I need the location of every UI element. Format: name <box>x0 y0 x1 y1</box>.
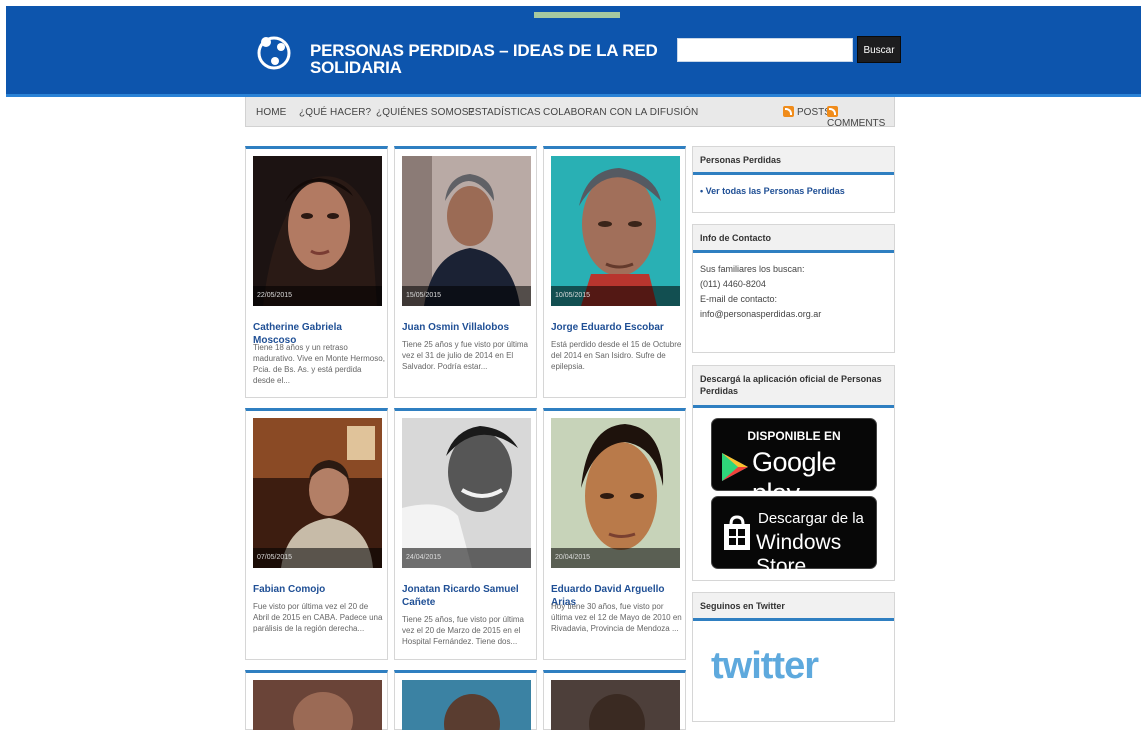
rss-icon <box>827 106 838 117</box>
person-photo[interactable]: 07/05/2015 <box>253 418 382 568</box>
person-photo[interactable]: 10/05/2015 <box>551 156 680 306</box>
photo-date: 10/05/2015 <box>551 286 680 306</box>
site-title[interactable]: PERSONAS PERDIDAS – IDEAS DE LA RED SOLI… <box>310 42 670 76</box>
photo-date: 24/04/2015 <box>402 548 531 568</box>
contact-email-label: E-mail de contacto: <box>700 294 778 304</box>
person-card[interactable] <box>543 670 686 730</box>
widget-title: Descargá la aplicación oficial de Person… <box>693 366 894 408</box>
person-card[interactable]: 15/05/2015 Juan Osmin Villalobos Tiene 2… <box>394 146 537 398</box>
windows-store-icon <box>724 515 750 550</box>
person-photo[interactable]: 24/04/2015 <box>402 418 531 568</box>
person-photo[interactable]: 22/05/2015 <box>253 156 382 306</box>
play-store-icon <box>722 453 748 481</box>
nav-item-que-hacer[interactable]: ¿QUÉ HACER? <box>299 107 371 118</box>
photo-date: 22/05/2015 <box>253 286 382 306</box>
photo-date: 20/04/2015 <box>551 548 680 568</box>
lost-people-widget: Personas Perdidas • Ver todas las Person… <box>692 146 895 213</box>
person-name-link[interactable]: Jorge Eduardo Escobar <box>551 321 683 334</box>
logo-icon[interactable] <box>257 33 291 71</box>
widget-title: Seguinos en Twitter <box>693 593 894 621</box>
person-summary: Fue visto por última vez el 20 de Abril … <box>253 602 383 633</box>
person-card[interactable] <box>394 670 537 730</box>
contact-email[interactable]: info@personasperdidas.org.ar <box>700 307 887 322</box>
twitter-logo[interactable]: twitter <box>711 645 819 688</box>
windows-store-top-text: Descargar de la <box>758 510 864 527</box>
nav-item-home[interactable]: HOME <box>256 107 286 118</box>
windows-store-bottom-text: Windows Store <box>756 531 842 578</box>
photo-date: 07/05/2015 <box>253 548 382 568</box>
search-input[interactable] <box>677 38 853 62</box>
header-tab-indicator <box>534 12 620 18</box>
person-card[interactable]: 24/04/2015 Jonatan Ricardo Samuel Cañete… <box>394 408 537 660</box>
rss-icon <box>783 106 794 117</box>
site-header: PERSONAS PERDIDAS – IDEAS DE LA RED SOLI… <box>6 6 1141 97</box>
see-all-link[interactable]: Ver todas las Personas Perdidas <box>706 186 845 196</box>
widget-title: Info de Contacto <box>693 225 894 253</box>
person-card[interactable]: 22/05/2015 Catherine Gabriela Moscoso Ti… <box>245 146 388 398</box>
posts-feed-link[interactable]: POSTS <box>783 106 831 118</box>
google-play-badge[interactable]: DISPONIBLE EN Google play <box>711 418 877 508</box>
person-summary: Está perdido desde el 15 de Octubre del … <box>551 340 682 371</box>
app-download-widget: Descargá la aplicación oficial de Person… <box>692 365 895 581</box>
nav-item-colaboran[interactable]: COLABORAN CON LA DIFUSIÓN <box>543 107 698 118</box>
comments-feed-link[interactable]: COMMENTS <box>827 106 894 129</box>
person-card[interactable]: 10/05/2015 Jorge Eduardo Escobar Está pe… <box>543 146 686 398</box>
nav-item-estadisticas[interactable]: ESTADÍSTICAS <box>468 107 541 118</box>
person-summary: Tiene 25 años y fue visto por última vez… <box>402 340 528 371</box>
person-name-link[interactable]: Jonatan Ricardo Samuel Cañete <box>402 583 534 609</box>
person-card[interactable]: 07/05/2015 Fabian Comojo Fue visto por ú… <box>245 408 388 660</box>
person-card[interactable] <box>245 670 388 730</box>
contact-widget: Info de Contacto Sus familiares los busc… <box>692 224 895 353</box>
main-nav: HOME ¿QUÉ HACER? ¿QUIÉNES SOMOS? ESTADÍS… <box>245 97 895 129</box>
nav-item-quienes-somos[interactable]: ¿QUIÉNES SOMOS? <box>376 107 474 118</box>
person-name-link[interactable]: Fabian Comojo <box>253 583 385 596</box>
person-photo[interactable] <box>551 680 680 730</box>
person-summary: Tiene 18 años y un retraso madurativo. V… <box>253 343 385 385</box>
person-photo[interactable] <box>253 680 382 730</box>
widget-title: Personas Perdidas <box>693 147 894 175</box>
comments-label: COMMENTS <box>827 118 886 129</box>
windows-store-badge[interactable]: Descargar de la Windows Store <box>711 496 877 578</box>
contact-phone: (011) 4460-8204 <box>700 279 766 289</box>
person-name-link[interactable]: Juan Osmin Villalobos <box>402 321 534 334</box>
google-play-top-text: DISPONIBLE EN <box>747 429 841 443</box>
person-summary: Hoy tiene 30 años, fue visto por última … <box>551 602 682 633</box>
person-photo[interactable]: 15/05/2015 <box>402 156 531 306</box>
search-button[interactable]: Buscar <box>857 36 901 63</box>
person-photo[interactable] <box>402 680 531 730</box>
twitter-widget: Seguinos en Twitter twitter <box>692 592 895 722</box>
contact-intro: Sus familiares los buscan: <box>700 264 805 274</box>
photo-date: 15/05/2015 <box>402 286 531 306</box>
person-card[interactable]: 20/04/2015 Eduardo David Arguello Arias … <box>543 408 686 660</box>
person-photo[interactable]: 20/04/2015 <box>551 418 680 568</box>
posts-label: POSTS <box>797 107 831 118</box>
person-summary: Tiene 25 años, fue visto por última vez … <box>402 615 524 646</box>
